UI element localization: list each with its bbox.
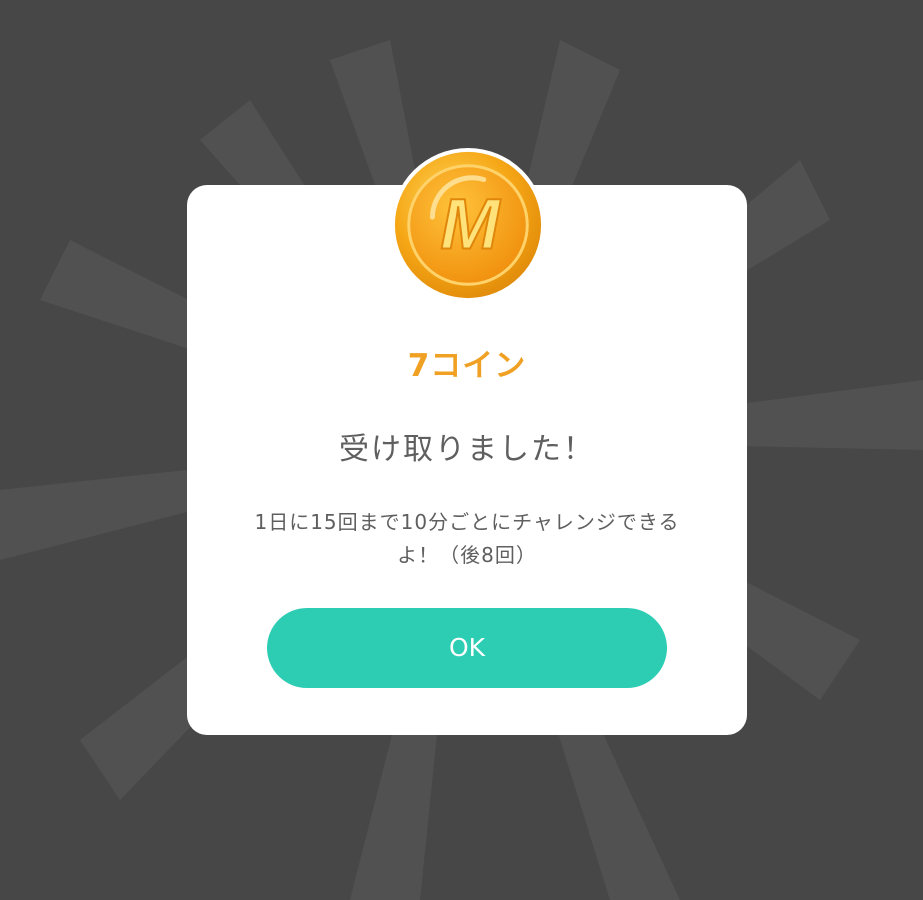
coin-letter: M bbox=[440, 186, 501, 265]
reward-modal-screen: M 7コイン 受け取りました！ 1日に15回まで10分ごとにチャレンジできる よ… bbox=[0, 0, 923, 900]
coin-m-icon: M bbox=[390, 147, 546, 303]
received-message: 受け取りました！ bbox=[339, 432, 595, 467]
coin-amount: 7コイン bbox=[407, 348, 527, 384]
ok-button[interactable]: OK bbox=[267, 608, 667, 688]
challenge-note: 1日に15回まで10分ごとにチャレンジできる よ！（後8回） bbox=[227, 506, 707, 572]
challenge-note-line-1: 1日に15回まで10分ごとにチャレンジできる bbox=[254, 510, 680, 534]
challenge-note-line-2: よ！（後8回） bbox=[397, 543, 537, 567]
